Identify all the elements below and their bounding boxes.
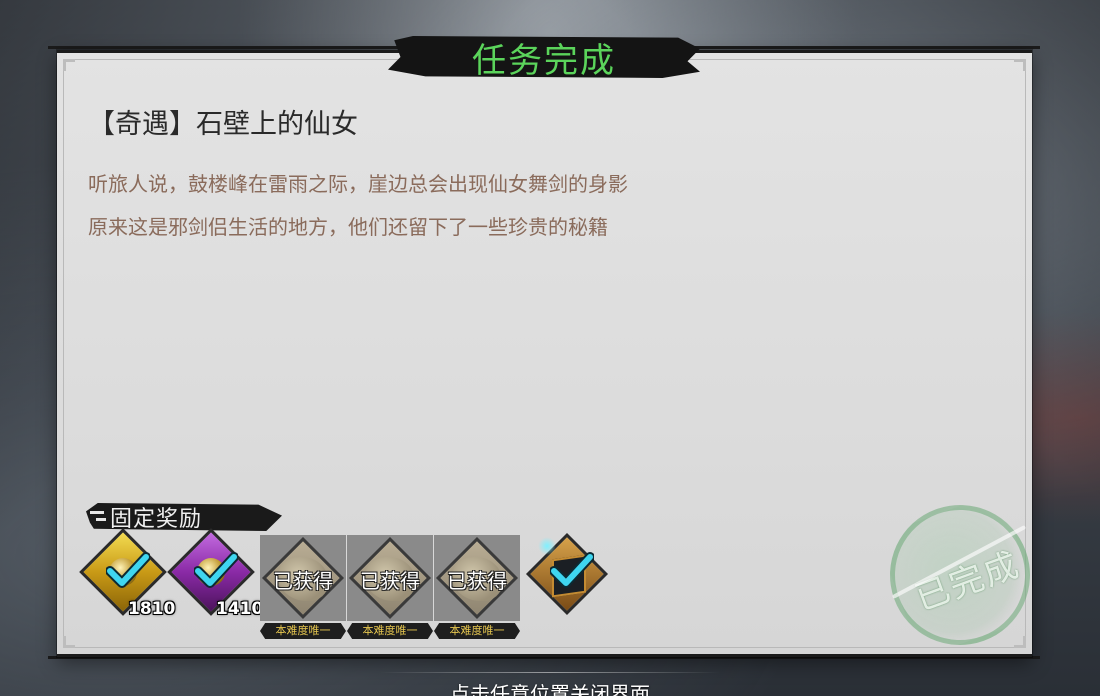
brush-stroke-decoration — [90, 511, 104, 514]
obtained-label: 已获得 — [447, 569, 507, 593]
unique-tag: 本难度唯一 — [260, 623, 346, 639]
quest-description-line-1: 听旅人说，鼓楼峰在雷雨之际，崖边总会出现仙女舞剑的身影 — [88, 172, 628, 196]
brush-stroke-decoration — [96, 518, 106, 521]
reward-count: 1410 — [216, 599, 264, 619]
reward-item-gold[interactable]: 1810 — [79, 528, 175, 621]
reward-item-obtained-1[interactable]: 已获得 — [260, 535, 346, 621]
check-icon — [550, 552, 594, 588]
quest-name: 【奇遇】石壁上的仙女 — [88, 109, 358, 140]
frame-corner — [1014, 636, 1026, 648]
reward-item-purple[interactable]: 1410 — [167, 528, 263, 621]
obtained-label: 已获得 — [360, 569, 420, 593]
reward-item-book[interactable] — [525, 532, 612, 621]
title-banner: 任务完成 — [388, 36, 700, 78]
reward-item-obtained-3[interactable]: 已获得 — [434, 535, 520, 621]
quest-description-line-2: 原来这是邪剑侣生活的地方，他们还留下了一些珍贵的秘籍 — [88, 215, 608, 239]
rewards-row: 1810 1410 已获得 本难度唯一 已获得 本难度唯一 已获得 本难度唯一 — [79, 528, 624, 645]
obtained-label: 已获得 — [273, 569, 333, 593]
unique-tag: 本难度唯一 — [434, 623, 520, 639]
reward-item-obtained-2[interactable]: 已获得 — [347, 535, 433, 621]
frame-corner — [63, 636, 75, 648]
fixed-rewards-label: 固定奖励 — [86, 503, 282, 531]
check-icon — [106, 552, 150, 588]
frame-corner — [1014, 59, 1026, 71]
frame-corner — [63, 59, 75, 71]
hint-divider — [380, 672, 720, 673]
check-icon — [194, 552, 238, 588]
dialog-title: 任务完成 — [472, 40, 616, 81]
reward-count: 1810 — [128, 599, 176, 619]
close-hint[interactable]: 点击任意位置关闭界面 — [0, 678, 1100, 696]
unique-tag: 本难度唯一 — [347, 623, 433, 639]
